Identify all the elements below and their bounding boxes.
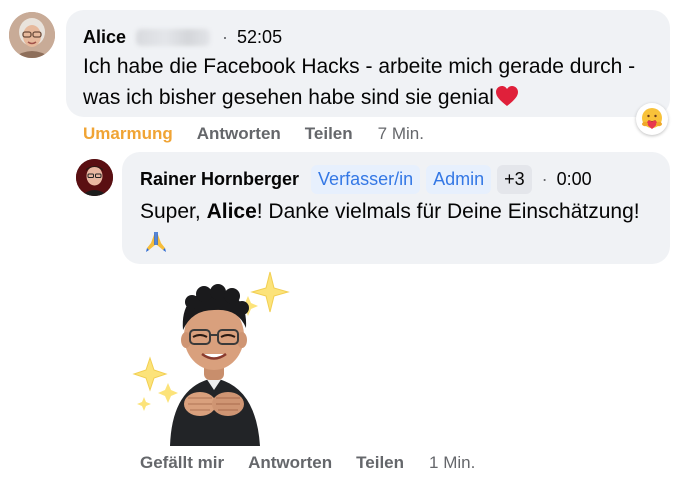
redacted-surname: [136, 28, 211, 46]
reply-text-prefix: Super,: [140, 200, 207, 223]
mention-link[interactable]: Alice: [207, 200, 257, 223]
commenter-avatar[interactable]: [9, 12, 55, 58]
comment-age[interactable]: 7 Min.: [378, 124, 424, 144]
share-button[interactable]: Teilen: [305, 124, 353, 144]
sparkle-icon: [132, 356, 168, 392]
comment-author-name[interactable]: Alice: [83, 27, 126, 48]
hug-emoji-icon[interactable]: [636, 103, 668, 135]
reply-time: 0:00: [556, 168, 592, 189]
comment-text-body: Ich habe die Facebook Hacks - arbeite mi…: [83, 55, 636, 109]
more-badges[interactable]: +3: [497, 164, 532, 194]
hug-reaction-button[interactable]: Umarmung: [83, 124, 173, 144]
reply-actions: Gefällt mir Antworten Teilen 1 Min.: [140, 452, 475, 474]
reply-button[interactable]: Antworten: [248, 453, 332, 473]
reply-text-suffix: ! Danke vielmals für Deine Einschätzung!: [256, 200, 640, 223]
comment-actions: Umarmung Antworten Teilen 7 Min.: [83, 123, 424, 145]
folded-hands-icon: [146, 232, 166, 252]
reply-avatar[interactable]: [76, 159, 113, 196]
share-button[interactable]: Teilen: [356, 453, 404, 473]
comment-header: Alice · 52:05: [83, 26, 282, 48]
like-button[interactable]: Gefällt mir: [140, 453, 224, 473]
avatar-hug-sticker-icon[interactable]: [130, 266, 300, 446]
reply-text: Super, Alice! Danke vielmals für Deine E…: [140, 196, 660, 258]
reply-button[interactable]: Antworten: [197, 124, 281, 144]
comment-time: 52:05: [237, 26, 283, 47]
comment-text: Ich habe die Facebook Hacks - arbeite mi…: [83, 51, 663, 113]
separator-dot: ·: [222, 26, 229, 47]
sparkle-icon: [137, 397, 151, 411]
admin-badge[interactable]: Admin: [426, 164, 492, 194]
author-badge[interactable]: Verfasser/in: [311, 164, 421, 194]
reply-age[interactable]: 1 Min.: [429, 453, 475, 473]
red-heart-icon: [495, 86, 518, 106]
reply-author-name[interactable]: Rainer Hornberger: [140, 169, 299, 190]
separator-dot: ·: [541, 168, 548, 189]
reply-header: Rainer Hornberger Verfasser/in Admin +3 …: [140, 164, 592, 194]
sparkle-icon: [158, 383, 178, 403]
